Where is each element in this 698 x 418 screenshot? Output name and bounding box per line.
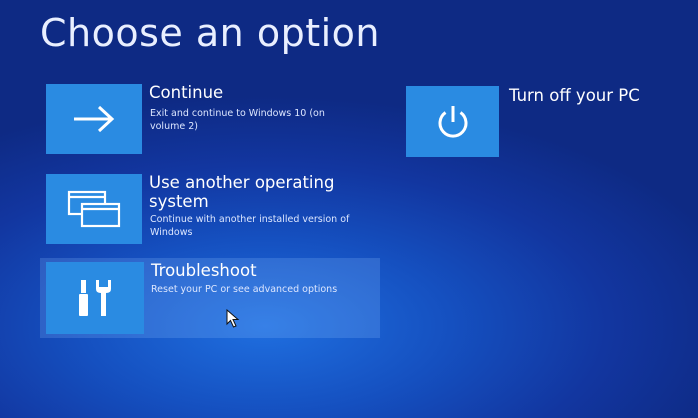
arrow-right-icon [70, 104, 118, 134]
windows-stack-icon [66, 189, 122, 229]
mouse-cursor-icon [226, 309, 242, 329]
continue-option[interactable]: Continue Exit and continue to Windows 10… [40, 80, 380, 160]
continue-description: Exit and continue to Windows 10 (on volu… [150, 108, 325, 132]
troubleshoot-description: Reset your PC or see advanced options [151, 284, 338, 295]
troubleshoot-title: Troubleshoot [151, 261, 257, 280]
turn-off-tile[interactable] [406, 86, 499, 157]
use-another-os-description: Continue with another installed version … [150, 214, 350, 238]
power-icon [433, 102, 473, 142]
tools-icon [75, 277, 115, 319]
turn-off-title: Turn off your PC [509, 86, 640, 105]
use-another-os-title: Use another operating system [149, 173, 335, 211]
page-title: Choose an option [40, 11, 380, 55]
use-another-os-tile[interactable] [46, 174, 142, 244]
turn-off-option[interactable]: Turn off your PC [400, 80, 670, 160]
continue-title: Continue [149, 83, 224, 102]
continue-tile[interactable] [46, 84, 142, 154]
troubleshoot-option[interactable]: Troubleshoot Reset your PC or see advanc… [40, 258, 380, 338]
use-another-os-option[interactable]: Use another operating system Continue wi… [40, 170, 380, 250]
troubleshoot-tile[interactable] [46, 262, 144, 334]
